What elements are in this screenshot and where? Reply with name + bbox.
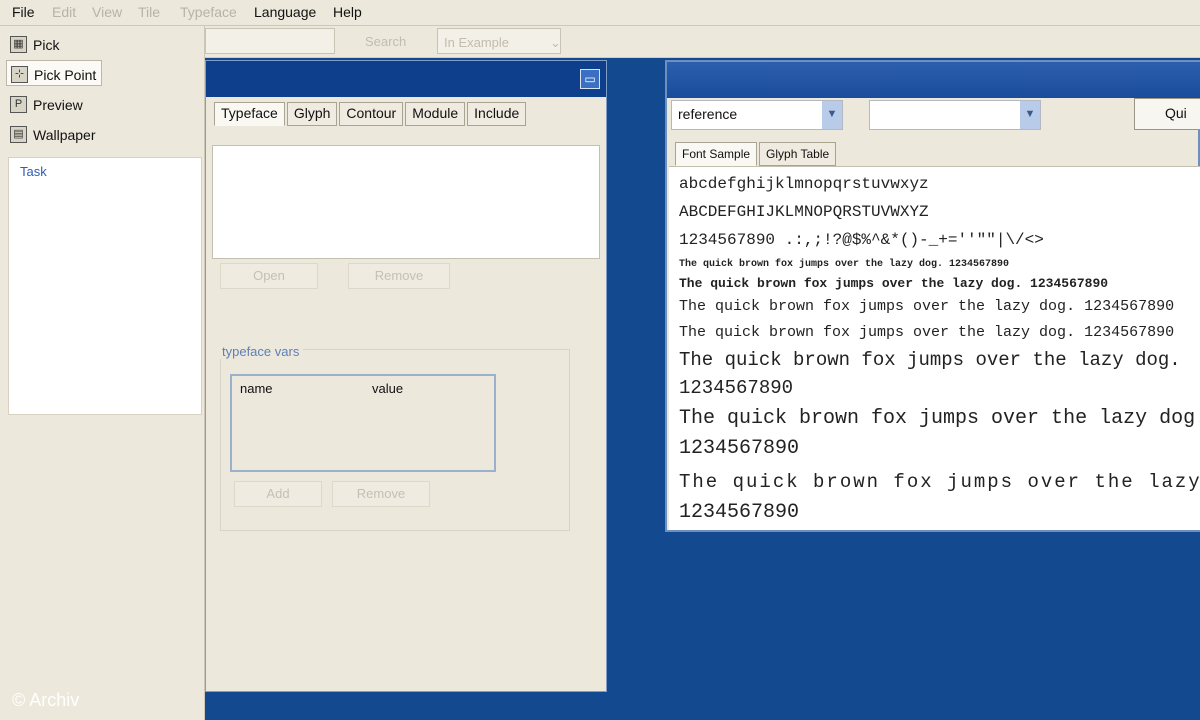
font-sample-area[interactable]: abcdefghijklmnopqrstuvwxyz ABCDEFGHIJKLM…	[669, 166, 1200, 530]
font-preview-window: reference ▼ ▼ Qui Font Sample Glyph Tabl…	[665, 60, 1200, 532]
chevron-down-icon[interactable]: ▼	[1020, 101, 1040, 129]
wallpaper-icon: ▤	[10, 126, 27, 143]
pick-icon: ▦	[10, 36, 27, 53]
tab-typeface[interactable]: Typeface	[214, 102, 285, 126]
tab-font-sample[interactable]: Font Sample	[675, 142, 758, 166]
tool-pick-label: Pick	[33, 36, 60, 53]
remove-button[interactable]: Remove	[348, 263, 450, 289]
tool-preview-label: Preview	[33, 96, 83, 113]
menu-language[interactable]: Language	[254, 4, 316, 20]
tab-glyph-table[interactable]: Glyph Table	[759, 142, 837, 166]
typeface-vars-table[interactable]: name value	[230, 374, 496, 472]
menu-file[interactable]: File	[12, 4, 35, 20]
sample-digits-xxl: 1234567890	[679, 501, 800, 524]
typeface-list[interactable]	[212, 145, 600, 259]
tab-include[interactable]: Include	[467, 102, 527, 126]
tool-wallpaper-label: Wallpaper	[33, 126, 96, 143]
task-panel[interactable]: Task	[8, 157, 202, 415]
preview-tabs: Font Sample Glyph Table	[675, 142, 837, 166]
tool-pick-point[interactable]: ⊹ Pick Point	[6, 60, 102, 86]
remove-var-button[interactable]: Remove	[332, 481, 430, 507]
sample-pangram-xs: The quick brown fox jumps over the lazy …	[679, 259, 1010, 270]
minimize-icon[interactable]: ▭	[580, 69, 600, 89]
sample-pangram-xl: The quick brown fox jumps over the lazy …	[679, 407, 1200, 430]
add-var-button[interactable]: Add	[234, 481, 322, 507]
open-button[interactable]: Open	[220, 263, 318, 289]
sample-digits-xl: 1234567890	[679, 437, 800, 460]
font-select-value: reference	[678, 106, 738, 122]
quit-button[interactable]: Qui	[1134, 98, 1200, 130]
sample-pangram-s: The quick brown fox jumps over the lazy …	[679, 276, 1109, 291]
menu-typeface[interactable]: Typeface	[180, 4, 237, 20]
menu-edit[interactable]: Edit	[52, 4, 76, 20]
tab-contour[interactable]: Contour	[339, 102, 404, 126]
copyright-watermark: © Archiv	[12, 690, 80, 710]
menu-tile[interactable]: Tile	[138, 4, 160, 20]
column-name[interactable]: name	[240, 381, 273, 396]
tab-glyph[interactable]: Glyph	[286, 102, 338, 126]
size-select[interactable]: ▼	[869, 100, 1041, 130]
tool-pick[interactable]: ▦ Pick	[6, 30, 63, 56]
sample-digits-symbols: 1234567890 .:,;!?@$%^&*()-_+=''""|\/<>	[679, 231, 1044, 249]
column-value[interactable]: value	[372, 381, 403, 396]
dialog-titlebar[interactable]: ▭	[206, 61, 606, 97]
search-scope-value: In Example	[444, 35, 510, 50]
sample-pangram-m: The quick brown fox jumps over the lazy …	[679, 298, 1175, 315]
font-select[interactable]: reference ▼	[671, 100, 843, 130]
search-scope-select[interactable]: In Example ⌄	[437, 28, 561, 54]
menu-bar: File Edit View Tile Typeface Language He…	[0, 0, 1200, 26]
dialog-tabs: Typeface Glyph Contour Module Include	[214, 102, 527, 126]
tool-preview[interactable]: P Preview	[6, 90, 87, 116]
pick-point-icon: ⊹	[11, 66, 28, 83]
tool-wallpaper[interactable]: ▤ Wallpaper	[6, 120, 100, 146]
tool-pick-point-label: Pick Point	[34, 66, 97, 83]
toolbar: Search In Example ⌄	[205, 26, 1200, 58]
menu-help[interactable]: Help	[333, 4, 362, 20]
sample-pangram-l: The quick brown fox jumps over the lazy …	[679, 349, 1181, 371]
tool-panel: ▦ Pick ⊹ Pick Point P Preview ▤ Wallpape…	[0, 26, 205, 720]
preview-icon: P	[10, 96, 27, 113]
tab-module[interactable]: Module	[405, 102, 466, 126]
chevron-down-icon[interactable]: ▼	[822, 101, 842, 129]
sample-lowercase: abcdefghijklmnopqrstuvwxyz	[679, 175, 929, 193]
task-label: Task	[20, 164, 47, 179]
menu-view[interactable]: View	[92, 4, 122, 20]
sample-digits-l: 1234567890	[679, 377, 794, 399]
typeface-dialog: ▭ Typeface Glyph Contour Module Include …	[205, 60, 607, 692]
chevron-down-icon: ⌄	[550, 35, 561, 50]
sample-pangram-m2: The quick brown fox jumps over the lazy …	[679, 324, 1175, 341]
preview-titlebar[interactable]	[667, 62, 1200, 98]
toolbar-field[interactable]	[205, 28, 335, 54]
sample-pangram-xxl: The quick brown fox jumps over the lazy …	[679, 471, 1200, 493]
search-label[interactable]: Search	[365, 34, 406, 49]
sample-uppercase: ABCDEFGHIJKLMNOPQRSTUVWXYZ	[679, 203, 929, 221]
typeface-vars-label: typeface vars	[218, 344, 304, 359]
